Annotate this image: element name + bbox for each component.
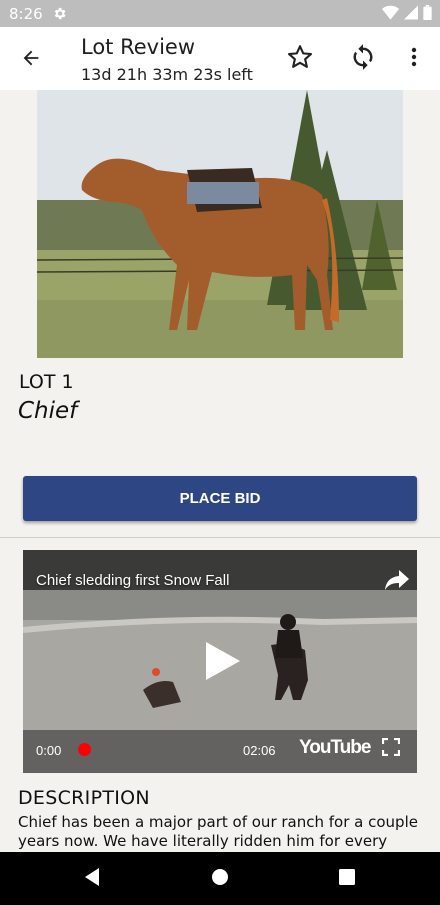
status-right-icons — [382, 5, 432, 25]
favorite-button[interactable] — [284, 43, 316, 75]
back-triangle-icon — [83, 867, 101, 891]
nav-back-button[interactable] — [82, 867, 102, 891]
back-arrow-icon — [20, 50, 42, 72]
nav-home-button[interactable] — [210, 868, 230, 891]
recents-square-icon — [339, 868, 355, 890]
page-title: Lot Review — [81, 35, 196, 59]
place-bid-button[interactable]: PLACE BID — [23, 476, 417, 521]
refresh-icon — [349, 43, 377, 76]
divider — [0, 537, 440, 538]
progress-scrubber[interactable] — [78, 743, 91, 756]
lot-name: Chief — [18, 398, 78, 424]
more-vert-icon — [411, 47, 417, 72]
nav-recents-button[interactable] — [337, 868, 357, 890]
back-button[interactable] — [16, 44, 46, 74]
lot-number: LOT 1 — [19, 371, 74, 393]
status-bar: 8:26 — [0, 0, 440, 27]
share-icon[interactable] — [385, 570, 409, 590]
video-title: Chief sledding first Snow Fall — [36, 572, 230, 589]
youtube-logo[interactable]: YouTube — [299, 737, 371, 759]
video-duration: 02:06 — [243, 743, 276, 758]
play-icon[interactable] — [206, 642, 240, 680]
time-remaining: 13d 21h 33m 23s left — [81, 65, 253, 84]
video-player[interactable]: Chief sledding first Snow Fall 0:00 02:0… — [23, 550, 417, 773]
fullscreen-icon[interactable] — [381, 737, 401, 757]
status-time: 8:26 — [9, 5, 43, 23]
lot-photo[interactable] — [37, 90, 403, 358]
app-bar: Lot Review 13d 21h 33m 23s left — [0, 27, 440, 90]
video-current-time: 0:00 — [36, 743, 62, 758]
star-outline-icon — [286, 43, 314, 76]
more-options-button[interactable] — [398, 43, 430, 75]
refresh-button[interactable] — [347, 43, 379, 75]
description-heading: DESCRIPTION — [18, 787, 150, 809]
description-text: Chief has been a major part of our ranch… — [18, 813, 418, 850]
battery-icon — [423, 5, 432, 25]
gear-icon — [52, 6, 67, 21]
home-circle-icon — [211, 868, 229, 891]
signal-icon — [404, 5, 418, 25]
system-nav-bar — [0, 852, 440, 905]
wifi-icon — [382, 5, 399, 25]
